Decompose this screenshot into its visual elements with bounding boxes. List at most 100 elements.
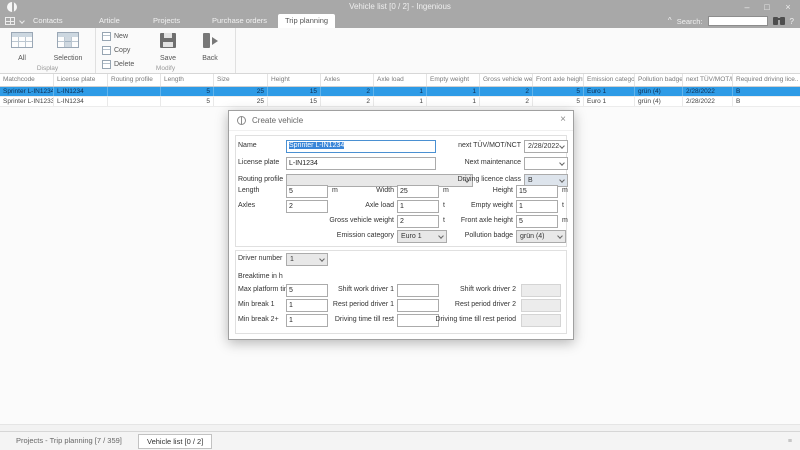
front-axle-height-input[interactable] — [516, 215, 558, 228]
axle-load-label: Axle load — [284, 202, 394, 209]
tab-overflow-icon[interactable]: ≡ — [788, 438, 792, 445]
cell-required-driving-licence: B — [733, 87, 799, 96]
empty-weight-input[interactable] — [516, 200, 558, 213]
chevron-down-icon — [559, 160, 565, 166]
column-header-matchcode[interactable]: Matchcode — [0, 74, 54, 86]
next-tuv-combo[interactable]: 2/28/2022 — [524, 140, 568, 153]
driving-licence-class-value: B — [528, 177, 533, 184]
pollution-badge-label: Pollution badge — [403, 232, 513, 239]
column-header-gross-vehicle-weight[interactable]: Gross vehicle weight — [480, 74, 533, 86]
column-header-pollution-badge[interactable]: Pollution badge — [635, 74, 683, 86]
tab-article[interactable]: Article — [92, 14, 127, 28]
all-button[interactable]: All — [4, 30, 40, 62]
chevron-down-icon — [559, 177, 565, 183]
cell-height: 15 — [268, 97, 321, 106]
cell-gross-vehicle-weight: 2 — [480, 87, 533, 96]
column-header-axle-load[interactable]: Axle load — [374, 74, 427, 86]
copy-button[interactable]: Copy — [102, 44, 130, 57]
tab-purchase-orders[interactable]: Purchase orders — [205, 14, 274, 28]
cell-pollution-badge: grün (4) — [635, 97, 683, 106]
create-vehicle-dialog: Create vehicle × Name Sprinter L-IN1234 … — [228, 110, 574, 340]
minimize-button[interactable]: – — [738, 1, 756, 13]
rest-period-driver-1-label: Rest period driver 1 — [284, 301, 394, 308]
cell-front-axle-height: 5 — [533, 87, 584, 96]
min-break-1-label: Min break 1 — [238, 301, 275, 308]
selection-button-label: Selection — [42, 55, 94, 62]
cell-matchcode: Sprinter L-IN1234 — [0, 87, 54, 96]
rest-period-driver-2-label: Rest period driver 2 — [404, 301, 516, 308]
front-axle-height-label: Front axle height — [403, 217, 513, 224]
cell-emission-category: Euro 1 — [584, 97, 635, 106]
name-selected-text: Sprinter L-IN1234 — [289, 142, 344, 149]
cell-empty-weight: 1 — [427, 97, 480, 106]
cell-axles: 2 — [321, 87, 374, 96]
binoculars-icon[interactable] — [773, 17, 778, 25]
axles-label: Axles — [238, 202, 255, 209]
height-unit: m — [562, 187, 568, 194]
cell-length: 5 — [161, 97, 214, 106]
driver-number-combo[interactable]: 1 — [286, 253, 328, 266]
collapse-ribbon-icon[interactable]: ^ — [668, 16, 672, 26]
column-header-required-driving-licence[interactable]: Required driving lice... — [733, 74, 799, 86]
save-button-label: Save — [150, 55, 186, 62]
back-button[interactable]: Back — [192, 30, 228, 62]
dialog-close-icon[interactable]: × — [560, 114, 566, 125]
table-icon — [11, 32, 33, 48]
save-button[interactable]: Save — [150, 30, 186, 62]
new-button-label: New — [114, 33, 128, 40]
group-label-modify: Modify — [96, 65, 235, 72]
search-input[interactable] — [708, 16, 768, 26]
copy-icon — [102, 46, 111, 55]
cell-size: 25 — [214, 97, 268, 106]
chevron-down-icon — [557, 233, 563, 239]
column-header-length[interactable]: Length — [161, 74, 214, 86]
next-maintenance-combo[interactable] — [524, 157, 568, 170]
tab-contacts[interactable]: Contacts — [26, 14, 70, 28]
cell-required-driving-licence: B — [733, 97, 799, 106]
new-button[interactable]: New — [102, 30, 128, 43]
tab-projects[interactable]: Projects — [146, 14, 187, 28]
grid-header-row: Matchcode License plate Routing profile … — [0, 74, 800, 87]
doc-tab-vehicle-list[interactable]: Vehicle list [0 / 2] — [138, 434, 212, 449]
column-header-emission-category[interactable]: Emission category — [584, 74, 635, 86]
cell-emission-category: Euro 1 — [584, 87, 635, 96]
empty-weight-label: Empty weight — [403, 202, 513, 209]
tab-trip-planning[interactable]: Trip planning — [278, 14, 335, 28]
help-icon[interactable]: ? — [790, 17, 796, 26]
cell-matchcode: Sprinter L-IN1233 — [0, 97, 54, 106]
cell-height: 15 — [268, 87, 321, 96]
back-button-label: Back — [192, 55, 228, 62]
height-input[interactable] — [516, 185, 558, 198]
back-icon — [202, 33, 218, 48]
window-title: Vehicle list [0 / 2] - Ingenious — [0, 2, 800, 11]
column-header-axles[interactable]: Axles — [321, 74, 374, 86]
column-header-license-plate[interactable]: License plate — [54, 74, 108, 86]
column-header-size[interactable]: Size — [214, 74, 268, 86]
cell-next-tuv: 2/28/2022 — [683, 97, 733, 106]
cell-size: 25 — [214, 87, 268, 96]
column-header-front-axle-height[interactable]: Front axle height — [533, 74, 584, 86]
column-header-next-tuv[interactable]: next TÜV/MOT/NCT — [683, 74, 733, 86]
column-header-routing-profile[interactable]: Routing profile — [108, 74, 161, 86]
column-header-height[interactable]: Height — [268, 74, 321, 86]
column-header-empty-weight[interactable]: Empty weight — [427, 74, 480, 86]
cell-axles: 2 — [321, 97, 374, 106]
table-row[interactable]: Sprinter L-IN1234 L-IN1234 5 25 15 2 1 1… — [0, 87, 800, 97]
app-menu-button[interactable] — [5, 16, 25, 27]
maximize-button[interactable]: □ — [758, 1, 776, 13]
table-selection-icon — [57, 32, 79, 48]
cell-gross-vehicle-weight: 2 — [480, 97, 533, 106]
pollution-badge-combo[interactable]: grün (4) — [516, 230, 566, 243]
table-row[interactable]: Sprinter L-IN1233 L-IN1234 5 25 15 2 1 1… — [0, 97, 800, 107]
cell-routing-profile — [108, 87, 161, 96]
selection-button[interactable]: Selection — [42, 30, 94, 62]
window-close-button[interactable]: × — [779, 1, 797, 13]
ribbon-tab-bar: Contacts Article Projects Purchase order… — [0, 14, 800, 28]
horizontal-scrollbar[interactable] — [0, 424, 800, 431]
height-label: Height — [403, 187, 513, 194]
doc-tab-projects-trip-planning[interactable]: Projects - Trip planning [7 / 359] — [8, 434, 130, 449]
application-window: { "colors": { "chrome": "#a8a8a8", "acce… — [0, 0, 800, 450]
dialog-title: Create vehicle — [252, 116, 303, 125]
cell-front-axle-height: 5 — [533, 97, 584, 106]
driver-number-label: Driver number — [238, 255, 282, 262]
